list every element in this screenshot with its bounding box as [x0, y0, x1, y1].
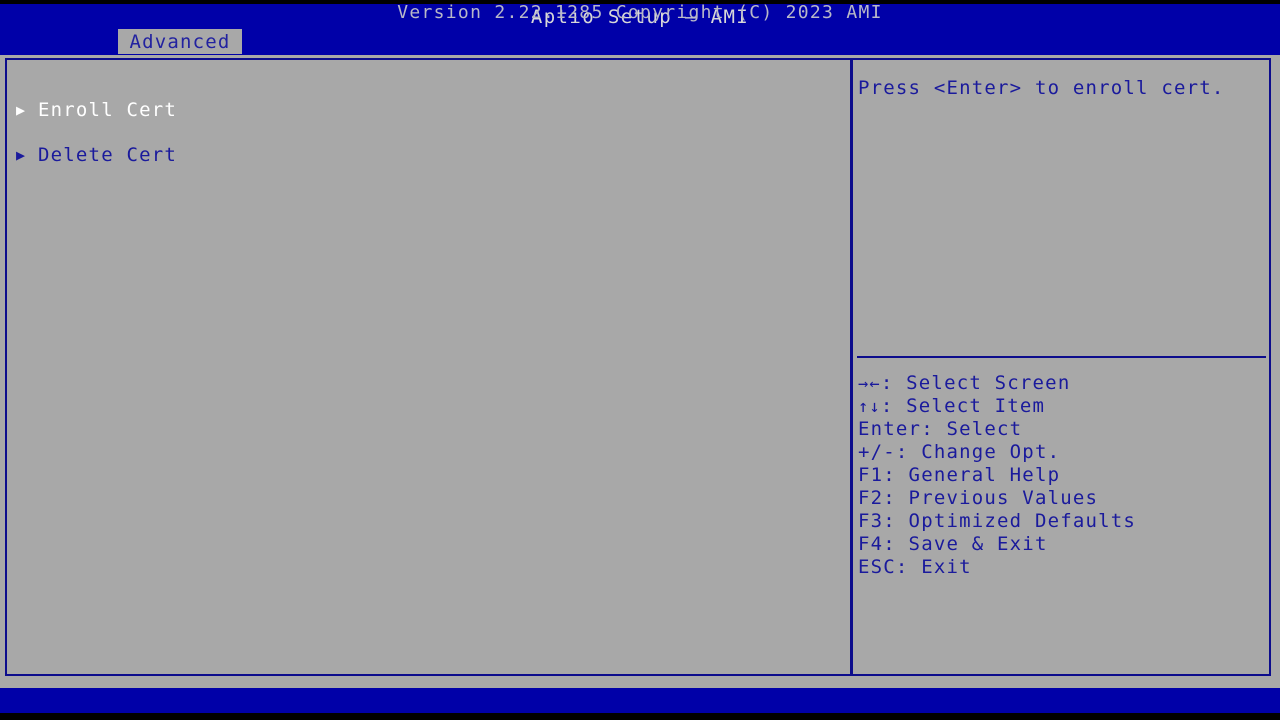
legend-change-opt: +/-: Change Opt.: [858, 441, 1262, 464]
legend-change-opt-key: +/-: [858, 441, 896, 463]
legend-select-screen: →←: Select Screen: [858, 372, 1262, 395]
legend-f2-label: : Previous Values: [883, 487, 1099, 509]
legend-enter: Enter: Select: [858, 418, 1262, 441]
menu-item-label: Enroll Cert: [38, 99, 178, 121]
legend-f4-key: F4: [858, 533, 884, 555]
version-copyright: Version 2.22.1285 Copyright (C) 2023 AMI: [397, 2, 883, 23]
legend-enter-key: Enter: [858, 418, 922, 440]
menu-item-label: Delete Cert: [38, 144, 178, 166]
menu-item-delete-cert[interactable]: ▶ Delete Cert: [16, 143, 177, 167]
legend-f1-label: : General Help: [883, 464, 1061, 486]
legend-esc: ESC: Exit: [858, 556, 1262, 579]
footer-bar: [0, 688, 1280, 713]
submenu-arrow-icon: ▶: [16, 101, 27, 119]
help-description: Press <Enter> to enroll cert.: [858, 77, 1225, 99]
menu-item-enroll-cert[interactable]: ▶ Enroll Cert: [16, 98, 177, 122]
legend-change-opt-label: : Change Opt.: [895, 441, 1061, 463]
legend-f2-key: F2: [858, 487, 884, 509]
legend-f3-key: F3: [858, 510, 884, 532]
legend-f3-label: : Optimized Defaults: [883, 510, 1137, 532]
help-panel: Press <Enter> to enroll cert. →←: Select…: [857, 61, 1267, 673]
arrow-left-right-icon: →←: [858, 374, 881, 394]
legend-f1: F1: General Help: [858, 464, 1262, 487]
legend-select-screen-label: : Select Screen: [880, 372, 1071, 394]
legend-esc-label: : Exit: [895, 556, 972, 578]
legend-f4: F4: Save & Exit: [858, 533, 1262, 556]
arrow-up-down-icon: ↑↓: [858, 397, 881, 417]
legend-esc-key: ESC: [858, 556, 896, 578]
legend-f1-key: F1: [858, 464, 884, 486]
menu-panel: ▶ Enroll Cert ▶ Delete Cert: [8, 61, 848, 673]
legend-f4-label: : Save & Exit: [883, 533, 1048, 555]
submenu-arrow-icon: ▶: [16, 146, 27, 164]
tab-advanced[interactable]: Advanced: [118, 29, 242, 54]
legend-enter-label: : Select: [921, 418, 1023, 440]
legend-select-item-label: : Select Item: [880, 395, 1046, 417]
legend-f3: F3: Optimized Defaults: [858, 510, 1262, 533]
legend-f2: F2: Previous Values: [858, 487, 1262, 510]
tab-advanced-label: Advanced: [129, 30, 231, 53]
bios-setup-screen: Aptio Setup – AMI Advanced ▶ Enroll Cert…: [0, 0, 1280, 720]
panel-vertical-divider: [850, 58, 853, 676]
key-legend: →←: Select Screen ↑↓: Select Item Enter:…: [858, 372, 1262, 579]
legend-select-item: ↑↓: Select Item: [858, 395, 1262, 418]
